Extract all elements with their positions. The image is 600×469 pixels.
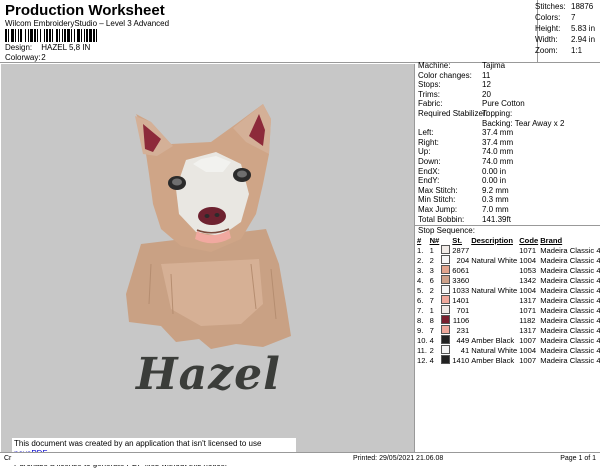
table-row: 5. 2 1033 Natural White 1004 Madeira Classic … (417, 285, 600, 295)
page-number: Page 1 of 1 (560, 455, 596, 462)
spec-row: Backing: Tear Away x 2 (482, 118, 565, 128)
table-row: 1. 1 2877 1071 Madeira Classic 40 (417, 245, 600, 255)
spec-row: EndX: 0.00 in (418, 166, 507, 176)
table-header: # N# St. Description Code Brand (417, 235, 563, 245)
spec-row: Right: 37.4 mm (418, 137, 514, 147)
spec-row: Color changes: 11 (418, 70, 491, 80)
barcode (5, 27, 161, 42)
stop-sequence-title: Stop Sequence: (418, 226, 475, 235)
table-row: 8. 8 1106 1182 Madeira Classic 40 (417, 315, 600, 325)
barcode-bar (97, 29, 99, 42)
spec-row: Trims: 20 (418, 89, 491, 99)
design-row: Design: HAZEL 5,8 IN (5, 43, 90, 52)
design-preview: Hazel (1, 64, 415, 455)
table-row: 10. 4 449 Amber Black 1007 Madeira Classic 40 (417, 335, 600, 345)
page-title: Production Worksheet (5, 2, 165, 19)
spec-row: Up: 74.0 mm (418, 147, 514, 157)
spec-row: Max Stitch: 9.2 mm (418, 185, 509, 195)
color-swatch (441, 295, 451, 304)
color-swatch (441, 265, 451, 274)
colorway-label: Colorway: (5, 53, 41, 62)
machine-specs: Machine: Tajima Color changes: 11 Stops: 12 Tr… (418, 61, 598, 224)
color-swatch (441, 355, 451, 364)
design-label: Design: (5, 43, 33, 52)
stat-width: Width: 2.94 in (535, 35, 596, 44)
stat-height: Height: 5.83 in (535, 24, 596, 33)
stop-sequence-table: # N# St. Description Code Brand 1. 1 2877 1… (417, 235, 600, 365)
color-swatch (441, 315, 451, 324)
color-swatch (441, 275, 451, 284)
design-name-text: Hazel (136, 349, 281, 400)
table-row: 11. 2 41 Natural White 1004 Madeira Classic 4… (417, 345, 600, 355)
spec-row: Down: 74.0 mm (418, 156, 514, 166)
spec-row: Required Stabilizer: Topping: (418, 108, 513, 118)
table-row: 7. 1 701 1071 Madeira Classic 40 (417, 305, 600, 315)
top-stats: Stitches: 18876 Colors: 7 Height: 5.83 in W… (535, 1, 597, 56)
spec-row: Machine: Tajima (418, 61, 506, 70)
table-row: 9. 7 231 1317 Madeira Classic 40 (417, 325, 600, 335)
design-value: HAZEL 5,8 IN (41, 43, 91, 52)
table-row: 12. 4 1410 Amber Black 1007 Madeira Classic 4… (417, 355, 600, 365)
footer: Cr Printed: 29/05/2021 21.06.08 Page 1 o… (0, 452, 600, 465)
table-row: 6. 7 1401 1317 Madeira Classic 40 (417, 295, 600, 305)
stat-colors: Colors: 7 (535, 13, 576, 22)
color-swatch (441, 285, 451, 294)
spec-row: Max Jump: 7.0 mm (418, 204, 509, 214)
color-swatch (441, 345, 451, 354)
spec-row: EndY: 0.00 in (418, 176, 507, 186)
footer-left: Cr (4, 455, 12, 462)
stat-stitches: Stitches: 18876 (535, 2, 594, 11)
spec-row: Fabric: Pure Cotton (418, 99, 525, 109)
spec-row: Stops: 12 (418, 80, 491, 90)
table-row: 2. 2 204 Natural White 1004 Madeira Classic 4… (417, 255, 600, 265)
color-swatch (441, 335, 451, 344)
spec-row: Total Bobbin: 141.39ft (418, 214, 511, 224)
color-swatch (441, 325, 451, 334)
stat-zoom: Zoom: 1:1 (535, 46, 583, 55)
colorway-value: 2 (41, 53, 46, 62)
color-swatch (441, 245, 451, 254)
table-row: 4. 6 3360 1342 Madeira Classic 40 (417, 275, 600, 285)
colorway-row: Colorway: 2 (5, 53, 46, 62)
color-swatch (441, 255, 451, 264)
color-swatch (441, 305, 451, 314)
printed-date: Printed: 29/05/2021 21.06.08 (353, 455, 444, 462)
spec-row: Min Stitch: 0.3 mm (418, 195, 509, 205)
spec-row: Left: 37.4 mm (418, 128, 514, 138)
table-row: 3. 3 6061 1053 Madeira Classic 40 (417, 265, 600, 275)
